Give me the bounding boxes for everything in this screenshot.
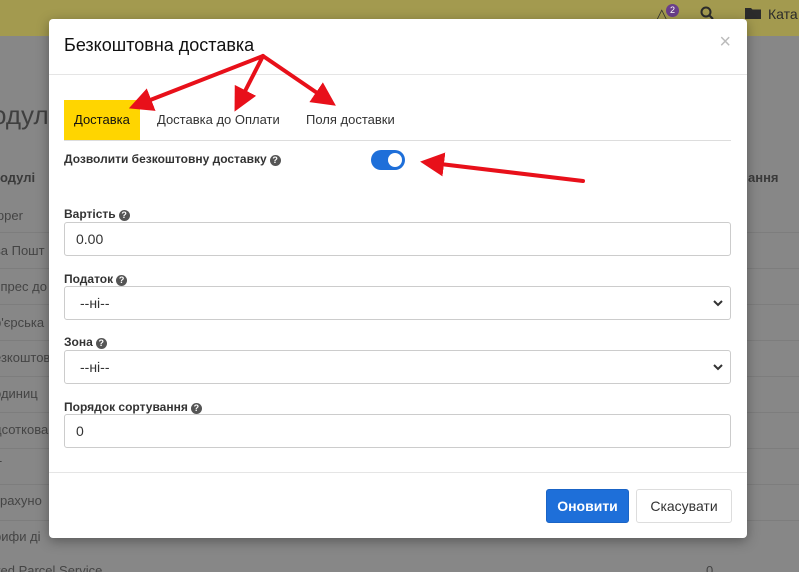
- sort-order-label-text: Порядок сортування: [64, 400, 188, 414]
- table-row: ited Parcel Service: [0, 563, 103, 572]
- table-cell-value: 0: [706, 563, 714, 572]
- catalog-menu[interactable]: Ката: [768, 6, 798, 22]
- notification-badge: 2: [666, 4, 679, 17]
- zone-label: Зона?: [64, 335, 107, 349]
- table-row: ipper: [0, 208, 23, 223]
- table-row: р'єрська: [0, 315, 45, 330]
- table-row: дсоткова: [0, 422, 49, 437]
- chevron-down-icon: [713, 364, 723, 371]
- table-header-actions: ання: [748, 170, 779, 185]
- zone-selected-value: --ні--: [80, 359, 110, 375]
- folder-icon[interactable]: [745, 6, 761, 24]
- enable-free-shipping-text: Дозволити безкоштовну доставку: [64, 152, 267, 166]
- question-circle-icon[interactable]: ?: [116, 275, 128, 286]
- free-shipping-dialog: Безкоштовна доставка × Доставка Доставка…: [49, 19, 747, 538]
- question-circle-icon[interactable]: ?: [118, 210, 130, 221]
- table-row: рифи ді: [0, 529, 41, 544]
- dialog-header: Безкоштовна доставка ×: [49, 19, 747, 75]
- tax-label-text: Податок: [64, 272, 114, 286]
- sort-order-input[interactable]: [64, 414, 731, 448]
- table-header-modules: одулі: [0, 170, 36, 185]
- toggle-knob: [388, 153, 402, 167]
- page-title: одулі: [0, 100, 55, 130]
- tab-shipping[interactable]: Доставка: [64, 100, 140, 140]
- question-circle-icon[interactable]: ?: [95, 338, 107, 349]
- table-row: езкоштов: [0, 350, 51, 365]
- enable-free-shipping-label: Дозволити безкоштовну доставку?: [64, 152, 281, 166]
- tax-label: Податок?: [64, 272, 128, 286]
- chevron-down-icon: [713, 300, 723, 307]
- cancel-button[interactable]: Скасувати: [636, 489, 732, 523]
- cost-input[interactable]: [64, 222, 731, 256]
- table-row: спрес до: [0, 279, 47, 294]
- update-button[interactable]: Оновити: [546, 489, 629, 523]
- cost-label-text: Вартість: [64, 207, 116, 221]
- dialog-tabs: Доставка Доставка до Оплати Поля доставк…: [64, 100, 731, 141]
- tax-selected-value: --ні--: [80, 295, 110, 311]
- table-row: T: [0, 458, 2, 473]
- question-circle-icon[interactable]: ?: [269, 155, 281, 166]
- dialog-footer-divider: [49, 472, 747, 473]
- enable-free-shipping-toggle[interactable]: [371, 150, 405, 170]
- table-row: одиниц: [0, 386, 38, 401]
- dialog-title: Безкоштовна доставка: [64, 35, 255, 55]
- close-icon[interactable]: ×: [719, 32, 731, 52]
- tax-select[interactable]: --ні--: [64, 286, 731, 320]
- sort-order-label: Порядок сортування?: [64, 400, 202, 414]
- tab-shipping-fields[interactable]: Поля доставки: [296, 100, 405, 140]
- tab-shipping-to-payment[interactable]: Доставка до Оплати: [147, 100, 290, 140]
- zone-label-text: Зона: [64, 335, 93, 349]
- question-circle-icon[interactable]: ?: [190, 403, 202, 414]
- table-row: зрахуно: [0, 493, 42, 508]
- table-row: ва Пошт: [0, 243, 45, 258]
- zone-select[interactable]: --ні--: [64, 350, 731, 384]
- cost-label: Вартість?: [64, 207, 130, 221]
